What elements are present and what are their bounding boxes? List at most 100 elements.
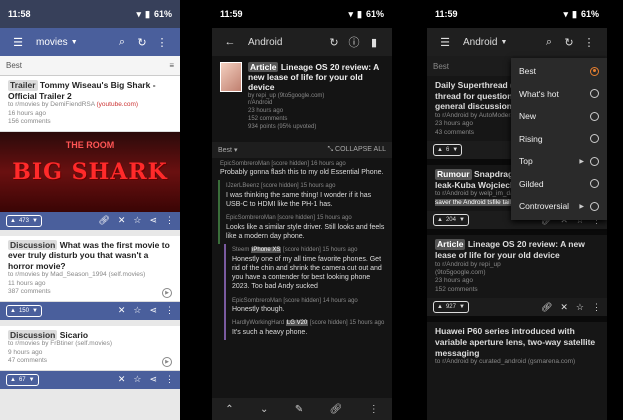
chevron-down-icon[interactable]: ⌄ (260, 404, 268, 415)
downvote-icon[interactable]: ▼ (459, 217, 465, 223)
overflow-menu-icon[interactable]: ⋮ (152, 36, 172, 49)
post-item[interactable]: Trailer Tommy Wiseau's Big Shark - Offic… (0, 76, 180, 132)
upvote-icon[interactable]: ▲ (437, 147, 443, 153)
sort-label[interactable]: Best (433, 62, 449, 71)
sort-option-whats-hot[interactable]: What's hot (511, 83, 607, 106)
comment-author[interactable]: EpicSombreroMan (220, 161, 270, 167)
comment[interactable]: EpicSombreroMan [score hidden] 15 hours … (218, 212, 392, 245)
post-title[interactable]: Huawei P60 series introduced with variab… (435, 326, 599, 358)
comment-author[interactable]: EpicSombreroMan (232, 298, 282, 304)
post-comments[interactable]: 47 comments (8, 357, 47, 364)
post-item[interactable]: Discussion Sicario to r/movies by FrBtin… (0, 325, 180, 371)
post-title[interactable]: Sicario (60, 330, 88, 340)
hide-icon[interactable]: ✕ (560, 302, 568, 313)
save-star-icon[interactable]: ☆ (576, 302, 584, 313)
vote-control[interactable]: ▲ 150 ▼ (6, 304, 42, 317)
post-link[interactable]: (9to5google.com) (435, 269, 599, 277)
radio-icon[interactable] (590, 134, 599, 144)
sort-option-rising[interactable]: Rising (511, 128, 607, 151)
radio-selected-icon[interactable] (590, 66, 599, 76)
comment[interactable]: EpicSombreroMan [score hidden] 14 hours … (224, 294, 392, 318)
post-comments[interactable]: 156 comments (8, 118, 172, 126)
post-thumbnail[interactable] (220, 62, 242, 92)
hide-icon[interactable]: ✕ (118, 374, 126, 385)
info-icon[interactable]: ⓘ (344, 34, 364, 50)
subreddit-selector[interactable]: movies (36, 37, 68, 48)
chevron-down-icon[interactable]: ▾ (234, 147, 238, 154)
comment[interactable]: HardlyWorkingHard LG V20 [score hidden] … (224, 317, 392, 341)
sort-icon[interactable]: ≡ (169, 61, 174, 70)
upvote-icon[interactable]: ▲ (10, 308, 16, 314)
radio-icon[interactable] (590, 201, 599, 211)
vote-control[interactable]: ▲ 204 ▼ (433, 214, 469, 227)
more-icon[interactable]: ⋮ (165, 374, 174, 385)
comment[interactable]: IJzerLBeenz [score hidden] 15 hours ago … (218, 180, 392, 213)
sort-option-gilded[interactable]: Gilded (511, 173, 607, 196)
more-icon[interactable]: ⋮ (165, 215, 174, 226)
save-star-icon[interactable]: ☆ (133, 374, 141, 385)
downvote-icon[interactable]: ▼ (32, 308, 38, 314)
sort-bar[interactable]: Best ≡ (0, 56, 180, 76)
sort-option-label[interactable]: Controversial (519, 201, 569, 211)
submenu-arrow-icon[interactable]: ▶ (579, 203, 584, 210)
submenu-arrow-icon[interactable]: ▶ (579, 158, 584, 165)
hide-icon[interactable]: ✕ (118, 305, 126, 316)
link-icon[interactable]: 🔗︎ (98, 215, 109, 226)
post-thumbnail[interactable]: THE ROOM BIG SHARK (0, 131, 180, 212)
post-link[interactable]: (9to5google.com) (278, 93, 325, 99)
sort-option-label[interactable]: Best (519, 66, 536, 76)
menu-icon[interactable]: ☰ (8, 36, 28, 49)
downvote-icon[interactable]: ▼ (32, 218, 38, 224)
hide-icon[interactable]: ✕ (118, 215, 126, 226)
more-icon[interactable]: ⋮ (165, 305, 174, 316)
post-item[interactable]: Huawei P60 series introduced with variab… (427, 322, 607, 371)
collapse-icon[interactable]: ⤡ (327, 146, 333, 153)
vote-control[interactable]: ▲ 927 ▼ (433, 301, 469, 314)
search-icon[interactable]: ⌕ (112, 36, 132, 49)
share-icon[interactable]: ⋖ (149, 374, 157, 385)
search-icon[interactable]: ⌕ (539, 36, 559, 49)
back-arrow-icon[interactable]: ← (220, 36, 240, 48)
comment-author[interactable]: EpicSombreroMan (226, 215, 276, 221)
upvote-icon[interactable]: ▲ (10, 218, 16, 224)
refresh-icon[interactable]: ↻ (559, 36, 579, 49)
sort-option-label[interactable]: Gilded (519, 179, 544, 189)
chevron-down-icon[interactable]: ▼ (500, 39, 507, 46)
sort-option-label[interactable]: Top (519, 156, 533, 166)
subreddit-selector[interactable]: Android (463, 37, 497, 48)
comment-sort-label[interactable]: Best (218, 147, 232, 154)
upvote-icon[interactable]: ▲ (437, 217, 443, 223)
comment[interactable]: EpicSombreroMan [score hidden] 16 hours … (212, 158, 392, 181)
upvote-icon[interactable]: ▲ (437, 304, 443, 310)
sort-option-label[interactable]: What's hot (519, 89, 559, 99)
play-icon[interactable]: ▶ (162, 288, 172, 299)
sort-option-label[interactable]: Rising (519, 134, 543, 144)
menu-icon[interactable]: ☰ (435, 36, 455, 49)
comment-author[interactable]: HardlyWorkingHard (232, 320, 284, 326)
sort-option-controversial[interactable]: Controversial ▶ (511, 195, 607, 218)
save-star-icon[interactable]: ☆ (133, 215, 141, 226)
share-icon[interactable]: ⋖ (149, 305, 157, 316)
radio-icon[interactable] (590, 111, 599, 121)
radio-icon[interactable] (590, 89, 599, 99)
downvote-icon[interactable]: ▼ (452, 147, 458, 153)
post-link[interactable]: (gsmarena.com) (528, 358, 575, 365)
downvote-icon[interactable]: ▼ (29, 377, 35, 383)
comment[interactable]: Steem iPhone XS [score hidden] 15 hours … (224, 244, 392, 295)
sort-option-best[interactable]: Best (511, 60, 607, 83)
post-link[interactable]: (self.movies) (108, 271, 145, 278)
post-subreddit[interactable]: r/Android (248, 100, 384, 108)
radio-icon[interactable] (590, 156, 599, 166)
tab-view-icon[interactable]: ▮ (364, 36, 384, 49)
post-comments[interactable]: 387 comments (8, 288, 51, 295)
comment-author[interactable]: IJzerLBeenz (226, 183, 259, 189)
share-icon[interactable]: ⋖ (149, 215, 157, 226)
post-item[interactable]: Article Lineage OS 20 review: A new leas… (427, 235, 607, 299)
overflow-menu-icon[interactable]: ⋮ (579, 36, 599, 49)
refresh-icon[interactable]: ↻ (324, 36, 344, 49)
save-star-icon[interactable]: ☆ (133, 305, 141, 316)
sort-option-top[interactable]: Top ▶ (511, 150, 607, 173)
post-link[interactable]: (self.movies) (75, 340, 112, 347)
comment-author[interactable]: Steem (232, 247, 249, 253)
vote-control[interactable]: ▲ 67 ▼ (6, 373, 39, 386)
